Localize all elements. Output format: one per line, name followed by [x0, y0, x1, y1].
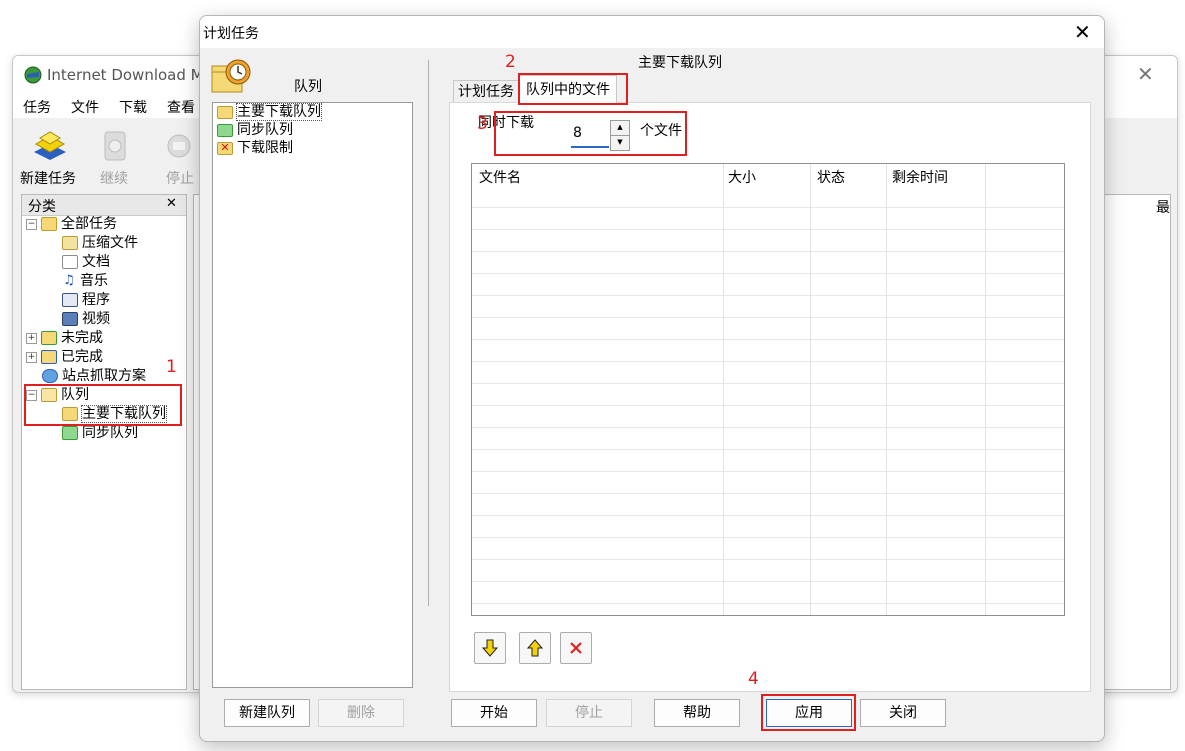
annotation-box-2 — [518, 73, 628, 105]
remove-file-button[interactable] — [560, 632, 592, 664]
new-task-label: 新建任务 — [20, 171, 76, 187]
annotation-box-3 — [494, 111, 687, 156]
queue-item-main[interactable]: 主要下载队列 — [217, 103, 322, 121]
tree-item-unfinished[interactable]: + 未完成 — [26, 329, 103, 348]
tree-label: 视频 — [82, 311, 110, 327]
queue-item-label: 同步队列 — [237, 122, 293, 138]
tree-label: 站点抓取方案 — [62, 368, 146, 384]
queue-files-table[interactable]: 文件名 大小 状态 剩余时间 — [471, 163, 1065, 616]
queue-item-limit[interactable]: ✕ 下载限制 — [217, 139, 293, 157]
tree-label: 同步队列 — [82, 425, 138, 441]
start-button[interactable]: 开始 — [451, 699, 537, 727]
tree-item-zip[interactable]: 压缩文件 — [62, 234, 138, 253]
resume-label: 继续 — [100, 171, 128, 187]
tree-label: 文档 — [82, 254, 110, 270]
expand-icon[interactable]: + — [26, 332, 37, 344]
finished-folder-icon — [41, 350, 57, 364]
new-task-icon — [30, 126, 70, 166]
menu-file[interactable]: 文件 — [71, 97, 99, 117]
dialog-title-bar: 计划任务 ✕ — [200, 16, 1104, 48]
column-header-time-left[interactable]: 剩余时间 — [892, 167, 948, 187]
move-down-button[interactable] — [474, 632, 506, 664]
list-column-header: 最 — [1156, 200, 1170, 216]
tree-item-video[interactable]: 视频 — [62, 310, 110, 329]
help-button[interactable]: 帮助 — [654, 699, 740, 727]
arrow-down-icon — [481, 639, 499, 657]
category-header-label: 分类 — [28, 199, 56, 215]
download-limit-icon: ✕ — [217, 141, 233, 155]
dialog-title: 计划任务 — [203, 26, 259, 42]
new-queue-button[interactable]: 新建队列 — [224, 699, 310, 727]
queue-label: 队列 — [294, 79, 322, 95]
expand-icon[interactable]: + — [26, 351, 37, 363]
close-button[interactable]: 关闭 — [860, 699, 946, 727]
annotation-1: 1 — [166, 357, 177, 377]
menu-download[interactable]: 下载 — [119, 97, 147, 117]
column-divider[interactable] — [886, 164, 887, 615]
tree-label: 音乐 — [80, 273, 108, 289]
music-icon: ♫ — [63, 273, 75, 288]
zip-file-icon — [62, 236, 78, 250]
column-divider[interactable] — [723, 164, 724, 615]
annotation-box-4 — [761, 694, 856, 731]
document-icon — [62, 255, 78, 269]
tree-item-programs[interactable]: 程序 — [62, 291, 110, 310]
queue-item-sync[interactable]: 同步队列 — [217, 121, 293, 139]
annotation-box-1 — [24, 384, 182, 426]
tree-label: 压缩文件 — [82, 235, 138, 251]
program-icon — [62, 293, 78, 307]
open-folder-icon — [41, 217, 57, 231]
move-up-button[interactable] — [519, 632, 551, 664]
tree-label: 程序 — [82, 292, 110, 308]
tree-item-docs[interactable]: 文档 — [62, 253, 110, 272]
main-queue-icon — [217, 105, 233, 119]
site-grabber-icon — [42, 369, 58, 383]
scheduler-clock-icon — [210, 54, 254, 98]
dialog-close-icon[interactable]: ✕ — [1074, 20, 1091, 44]
queue-name-heading: 主要下载队列 — [638, 55, 722, 71]
tree-item-sync-queue[interactable]: 同步队列 — [62, 424, 138, 443]
column-divider[interactable] — [810, 164, 811, 615]
resume-icon — [97, 128, 133, 164]
tree-label: 全部任务 — [61, 216, 117, 232]
annotation-3: 3 — [477, 114, 488, 134]
stop-icon — [163, 128, 199, 164]
annotation-2: 2 — [505, 52, 516, 72]
queue-item-label: 主要下载队列 — [236, 103, 322, 121]
tree-label: 已完成 — [61, 349, 103, 365]
category-header: 分类 ✕ — [22, 195, 186, 216]
unfinished-folder-icon — [41, 331, 57, 345]
tree-item-finished[interactable]: + 已完成 — [26, 348, 103, 367]
table-rows — [472, 186, 1064, 615]
panel-divider — [428, 60, 429, 606]
menu-tasks[interactable]: 任务 — [23, 97, 51, 117]
menu-view[interactable]: 查看 — [167, 97, 195, 117]
tree-label: 未完成 — [61, 330, 103, 346]
column-header-filename[interactable]: 文件名 — [479, 167, 521, 187]
arrow-up-icon — [526, 639, 544, 657]
tree-item-music[interactable]: ♫ 音乐 — [62, 272, 108, 291]
queue-list[interactable]: 主要下载队列 同步队列 ✕ 下载限制 — [212, 102, 413, 688]
category-panel: 分类 ✕ − 全部任务 压缩文件 文档 ♫ 音乐 程序 视频 + 未完成 + 已完成 站… — [21, 194, 187, 690]
column-header-status[interactable]: 状态 — [817, 167, 845, 187]
delete-queue-button[interactable]: 删除 — [318, 699, 404, 727]
delete-x-icon — [569, 641, 583, 655]
column-divider[interactable] — [985, 164, 986, 615]
idm-close-icon[interactable]: ✕ — [1137, 62, 1154, 86]
column-header-size[interactable]: 大小 — [728, 167, 756, 187]
queue-item-label: 下载限制 — [237, 140, 293, 156]
idm-logo-icon — [23, 65, 43, 85]
idm-window-title: Internet Download M — [47, 66, 204, 84]
sync-queue-icon — [217, 123, 233, 137]
annotation-4: 4 — [748, 669, 759, 689]
video-icon — [62, 312, 78, 326]
collapse-icon[interactable]: − — [26, 218, 37, 230]
sync-queue-icon — [62, 426, 78, 440]
category-close-icon[interactable]: ✕ — [166, 196, 177, 211]
tree-item-all[interactable]: − 全部任务 — [26, 215, 117, 234]
stop-queue-button[interactable]: 停止 — [546, 699, 632, 727]
